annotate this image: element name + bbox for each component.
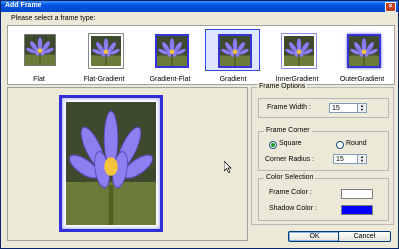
round-radio[interactable] <box>336 141 344 149</box>
corner-radius-label: Corner Radius : <box>265 156 315 163</box>
title-bar[interactable]: Add Frame × <box>1 1 398 12</box>
frame-color-swatch[interactable] <box>341 189 373 199</box>
frame-option-label: Gradient <box>219 76 247 83</box>
flat-thumbnail <box>24 34 56 66</box>
shadow-color-swatch[interactable] <box>341 205 373 215</box>
color-selection-group: Color Selection Frame Color : Shadow Col… <box>258 174 389 221</box>
up-down-arrow-icon[interactable]: ▲ ▼ <box>357 104 366 112</box>
flat-gradient-thumbnail <box>89 34 123 68</box>
frame-option-label: Flat <box>33 76 45 83</box>
square-radio[interactable] <box>269 141 277 149</box>
frame-color-label: Frame Color : <box>269 189 312 196</box>
frame-type-prompt: Please select a frame type: <box>11 15 96 22</box>
outer-gradient-thumbnail <box>347 34 381 68</box>
corner-radius-stepper[interactable]: 15 ▲ ▼ <box>333 154 367 164</box>
add-frame-dialog: Add Frame × Please select a frame type: … <box>0 0 399 249</box>
close-button[interactable]: × <box>385 2 396 12</box>
frame-type-list: Flat Flat-Gradient Gradient-Flat Gradien… <box>7 25 395 85</box>
frame-options-panel: Frame Options Frame Width : 15 ▲ ▼ Frame … <box>251 83 394 225</box>
close-icon: × <box>388 3 393 10</box>
frame-corner-title: Frame Corner <box>264 127 312 134</box>
gradient-flat-thumbnail <box>155 34 189 68</box>
frame-width-value: 15 <box>332 105 340 112</box>
frame-width-label: Frame Width : <box>267 104 311 111</box>
square-label: Square <box>279 140 302 147</box>
framed-preview-image <box>59 95 163 232</box>
frame-option-label: Flat-Gradient <box>83 76 125 83</box>
frame-option-label: InnerGradient <box>275 76 319 83</box>
preview-panel <box>7 87 248 241</box>
frame-option-flat-gradient[interactable]: Flat-Gradient <box>76 29 132 83</box>
gradient-thumbnail <box>218 34 252 68</box>
corner-radius-value: 15 <box>336 156 344 163</box>
frame-option-gradient[interactable]: Gradient <box>205 29 261 83</box>
inner-gradient-thumbnail <box>282 34 316 68</box>
frame-option-outer-gradient[interactable]: OuterGradient <box>334 29 390 83</box>
shadow-color-label: Shadow Color : <box>269 205 317 212</box>
frame-options-title: Frame Options <box>257 83 308 90</box>
frame-width-group: Frame Width : 15 ▲ ▼ <box>258 98 389 118</box>
mouse-pointer-icon <box>224 161 232 173</box>
frame-width-stepper[interactable]: 15 ▲ ▼ <box>329 103 367 113</box>
frame-option-label: Gradient-Flat <box>149 76 191 83</box>
frame-option-gradient-flat[interactable]: Gradient-Flat <box>142 29 198 83</box>
round-label: Round <box>346 140 367 147</box>
ok-button[interactable]: OK <box>288 231 341 242</box>
frame-option-inner-gradient[interactable]: InnerGradient <box>269 29 325 83</box>
frame-corner-group: Frame Corner Square Round Corner Radius … <box>258 127 389 171</box>
window-title: Add Frame <box>5 2 42 9</box>
frame-option-label: OuterGradient <box>339 76 385 83</box>
cancel-button[interactable]: Cancel <box>338 231 391 242</box>
up-down-arrow-icon[interactable]: ▲ ▼ <box>357 155 366 163</box>
frame-option-flat[interactable]: Flat <box>11 29 67 83</box>
color-selection-title: Color Selection <box>264 174 316 181</box>
